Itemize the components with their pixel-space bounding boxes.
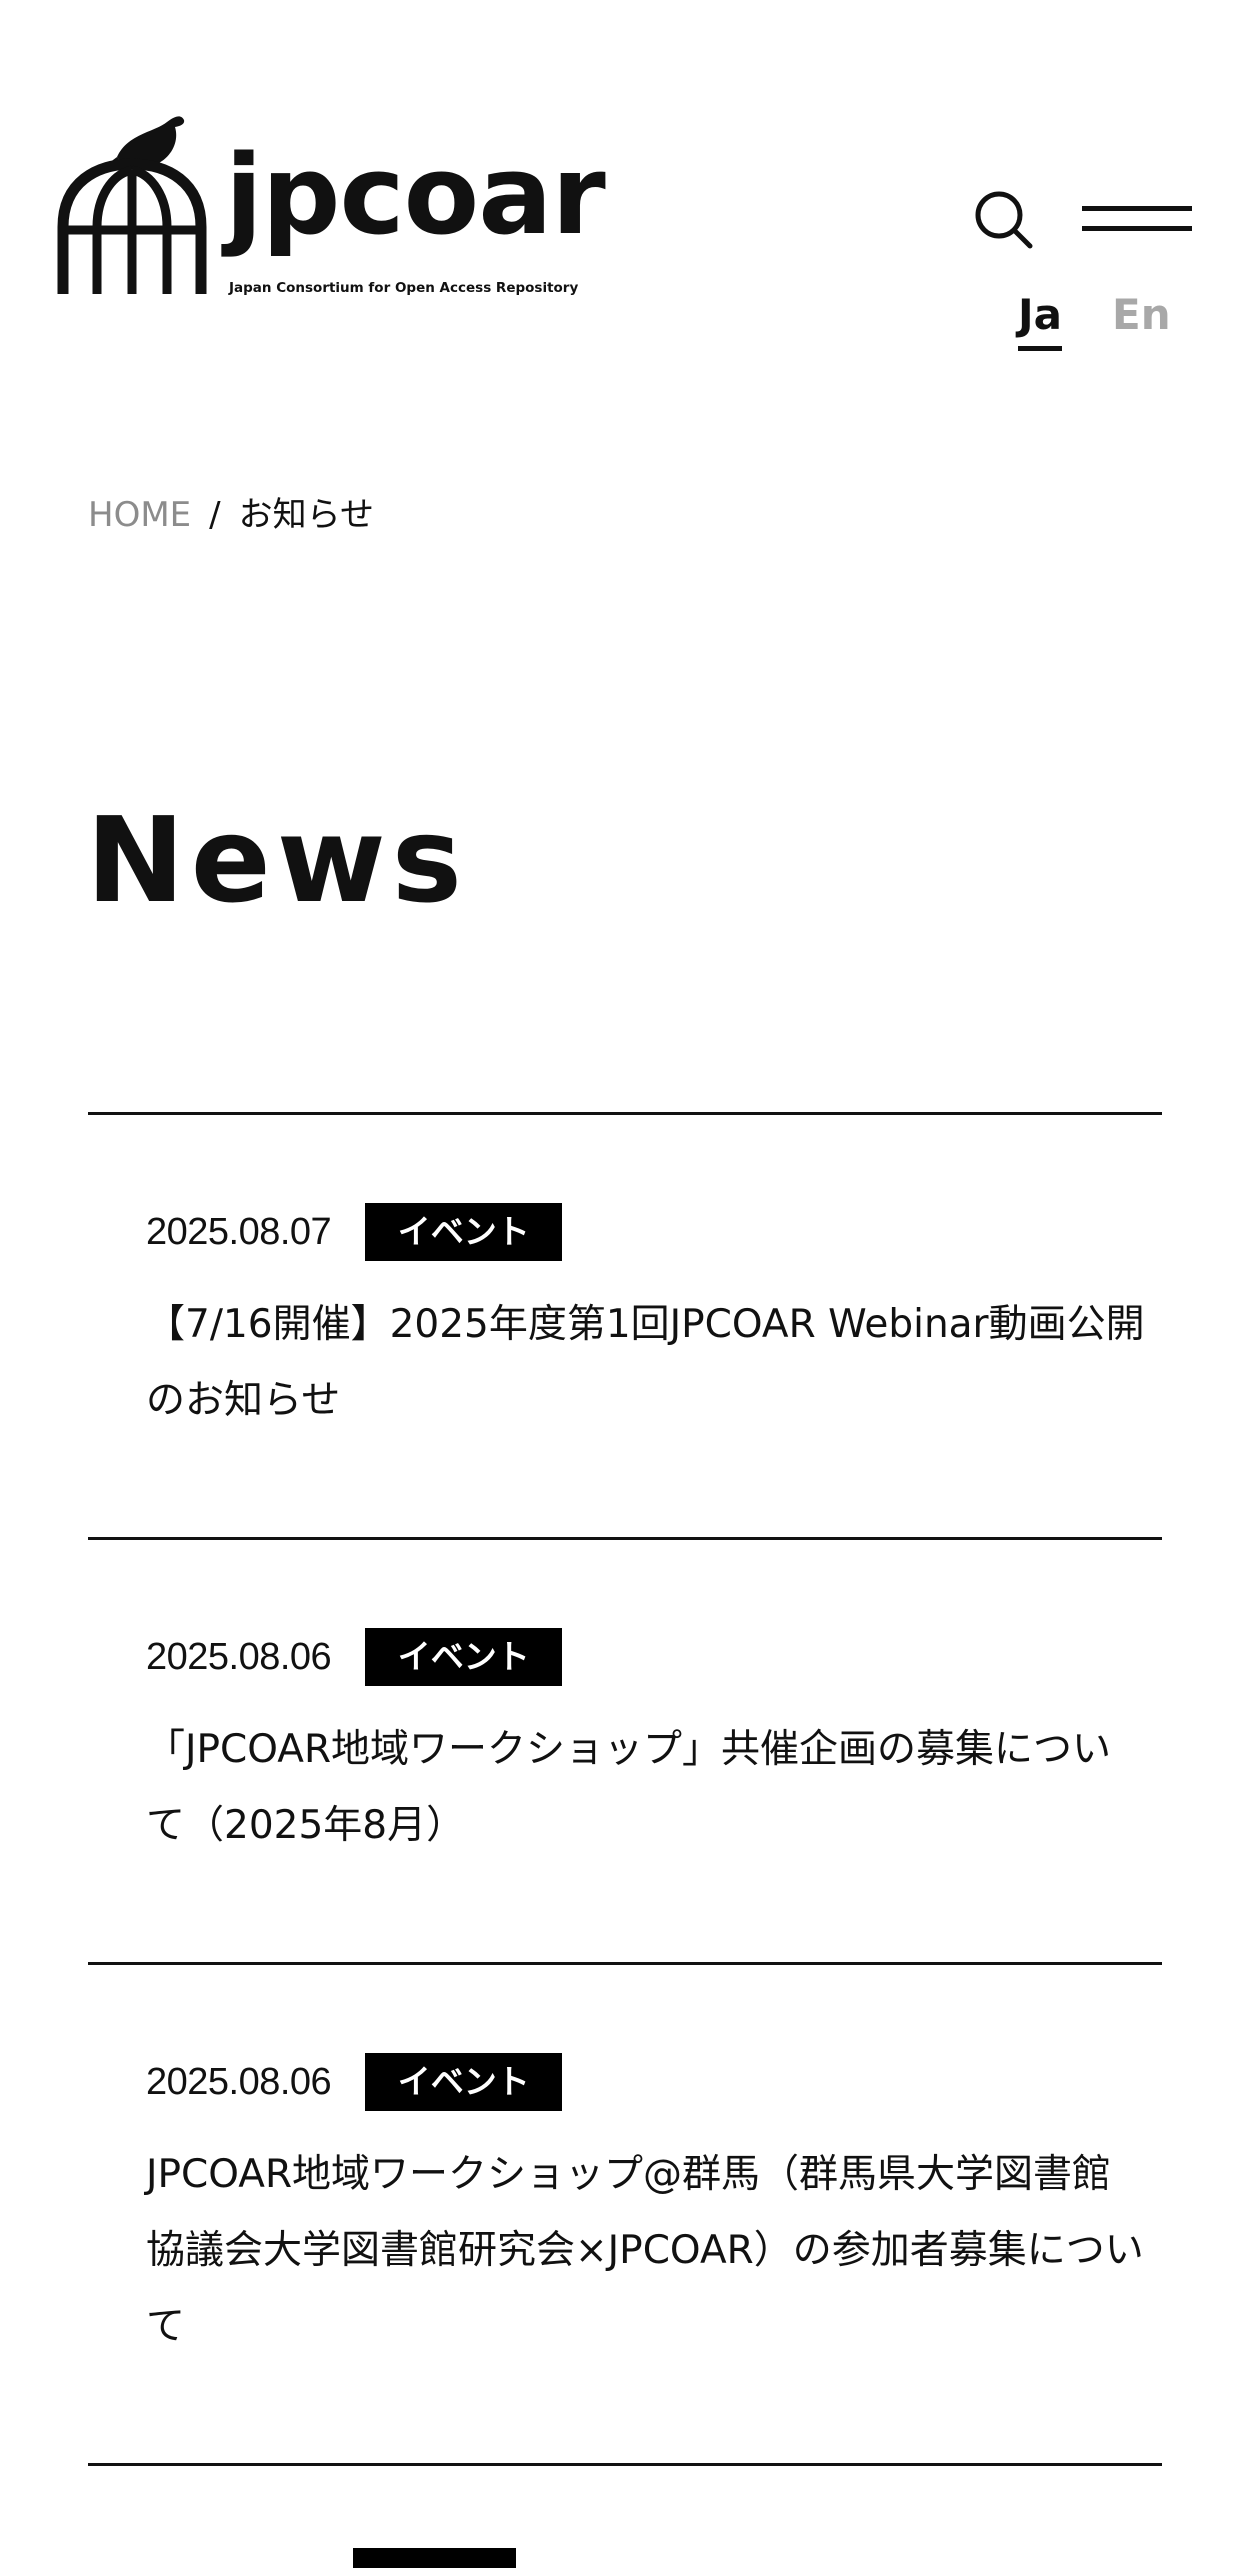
news-meta: 2025.08.06 イベント xyxy=(146,1628,563,1686)
lang-en-link[interactable]: En xyxy=(1112,290,1171,340)
menu-icon-bar xyxy=(1082,226,1192,231)
breadcrumb-current: お知らせ xyxy=(238,495,374,535)
search-icon xyxy=(975,191,1033,249)
news-title-link[interactable]: 「JPCOAR地域ワークショップ」共催企画の募集について（2025年8月） xyxy=(146,1712,1146,1864)
menu-button[interactable] xyxy=(1082,200,1192,240)
news-meta: 2025.08.07 イベント xyxy=(146,1203,563,1261)
news-item[interactable]: 2025.08.06 イベント JPCOAR地域ワークショップ@群馬（群馬県大学… xyxy=(88,1962,1162,2463)
news-meta: 2025.08.06 イベント xyxy=(146,2053,563,2111)
page-title: News xyxy=(86,791,469,929)
news-category-tag: イベント xyxy=(365,1628,563,1686)
breadcrumb-separator: / xyxy=(209,495,221,535)
logo-birdcage-icon xyxy=(57,116,207,294)
lang-ja-link[interactable]: Ja xyxy=(1018,290,1062,351)
logo-wordmark: jpcoar xyxy=(225,131,606,259)
news-category-tag-partial xyxy=(353,2548,516,2568)
news-item[interactable]: 2025.08.07 イベント 【7/16開催】2025年度第1回JPCOAR … xyxy=(88,1112,1162,1537)
news-category-tag: イベント xyxy=(365,1203,563,1261)
news-item-partial[interactable] xyxy=(88,2463,1162,2568)
breadcrumb-home-link[interactable]: HOME xyxy=(88,495,191,535)
news-date: 2025.08.06 xyxy=(146,2061,332,2103)
site-logo[interactable]: jpcoar Japan Consortium for Open Access … xyxy=(57,112,606,302)
menu-icon xyxy=(1082,206,1192,211)
news-date: 2025.08.07 xyxy=(146,1211,332,1253)
news-title-link[interactable]: 【7/16開催】2025年度第1回JPCOAR Webinar動画公開のお知らせ xyxy=(146,1287,1146,1439)
news-title-link[interactable]: JPCOAR地域ワークショップ@群馬（群馬県大学図書館協議会大学図書館研究会×J… xyxy=(146,2137,1146,2365)
news-item[interactable]: 2025.08.06 イベント 「JPCOAR地域ワークショップ」共催企画の募集… xyxy=(88,1537,1162,1962)
search-button[interactable] xyxy=(972,188,1036,252)
news-list: 2025.08.07 イベント 【7/16開催】2025年度第1回JPCOAR … xyxy=(88,1112,1162,2568)
breadcrumb: HOME / お知らせ xyxy=(88,492,374,538)
news-category-tag: イベント xyxy=(365,2053,563,2111)
logo-subtitle: Japan Consortium for Open Access Reposit… xyxy=(229,280,579,296)
news-date: 2025.08.06 xyxy=(146,1636,332,1678)
